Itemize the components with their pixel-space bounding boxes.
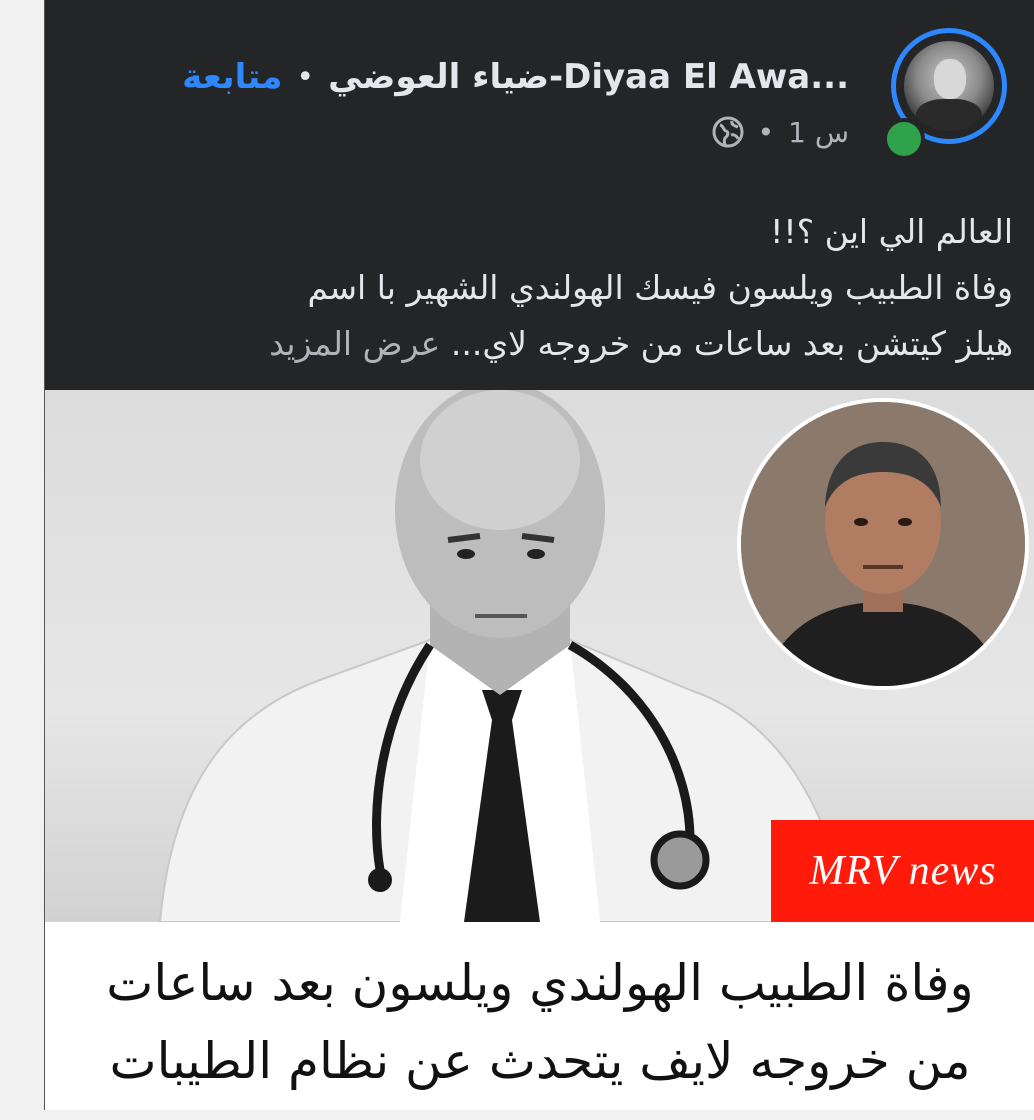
image-headline: وفاة الطبيب الهولندي ويلسون بعد ساعات من… [45, 922, 1034, 1110]
headline-line: من خروجه لايف يتحدث عن نظام الطيبات [109, 1032, 971, 1090]
inset-portrait [737, 398, 1029, 690]
online-status-dot [883, 118, 925, 160]
see-more-link[interactable]: عرض المزيد [269, 324, 440, 363]
globe-icon[interactable] [712, 116, 744, 148]
post-header: متابعة • ضياء العوضي-Diyaa El Awa... • 1… [45, 0, 1034, 190]
post-text-line: العالم الي اين ؟!! [770, 212, 1013, 251]
post-meta: • 1 س [712, 112, 849, 152]
news-brand-label: MRV news [809, 848, 997, 894]
post-text-line: وفاة الطبيب ويلسون فيسك الهولندي الشهير … [307, 268, 1013, 307]
post-timestamp[interactable]: 1 س [788, 116, 849, 149]
author-name[interactable]: ضياء العوضي-Diyaa El Awa... [328, 57, 849, 97]
separator-dot: • [296, 59, 315, 95]
post-text: العالم الي اين ؟!! وفاة الطبيب ويلسون في… [53, 204, 1013, 372]
meta-separator: • [757, 115, 775, 149]
post-image[interactable]: MRV news وفاة الطبيب الهولندي ويلسون بعد… [45, 390, 1034, 1110]
post-text-line: هيلز كيتشن بعد ساعات من خروجه لاي... عرض… [53, 316, 1013, 372]
author-row: متابعة • ضياء العوضي-Diyaa El Awa... [182, 52, 849, 102]
headline-line: وفاة الطبيب الهولندي ويلسون بعد ساعات [106, 954, 974, 1012]
avatar-image [904, 41, 994, 131]
post-text-line-3: هيلز كيتشن بعد ساعات من خروجه لاي... [450, 324, 1013, 363]
follow-button[interactable]: متابعة [182, 57, 282, 97]
post-card: متابعة • ضياء العوضي-Diyaa El Awa... • 1… [44, 0, 1034, 1110]
news-brand-badge: MRV news [771, 820, 1034, 922]
